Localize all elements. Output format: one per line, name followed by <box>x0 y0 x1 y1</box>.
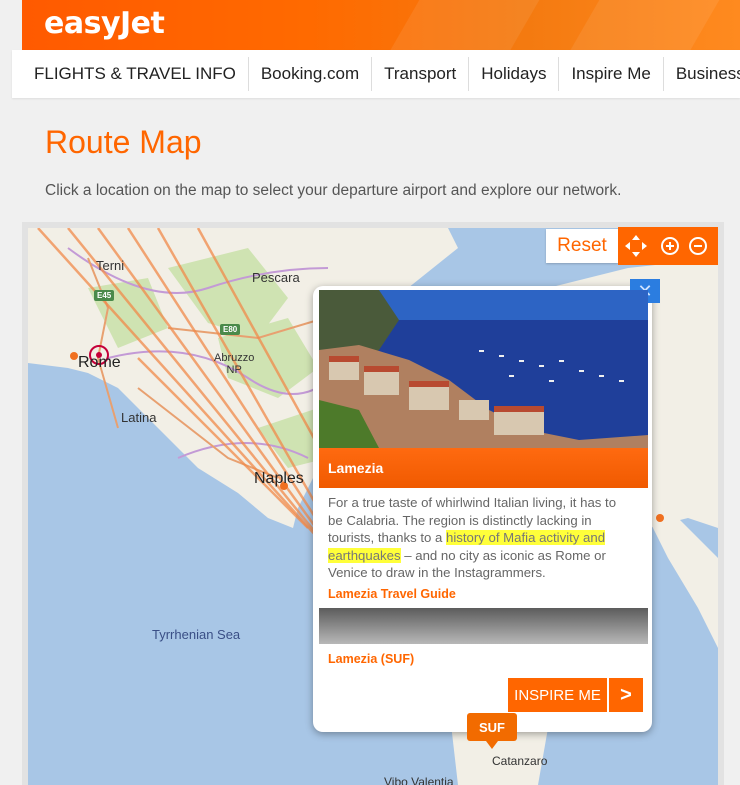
nav-item-booking[interactable]: Booking.com <box>249 57 373 91</box>
city-label-terni: Terni <box>96 258 125 273</box>
header-stripe <box>373 0 551 50</box>
popup-description: For a true taste of whirlwind Italian li… <box>328 494 633 582</box>
main-nav: FLIGHTS & TRAVEL INFO Booking.com Transp… <box>12 50 740 98</box>
city-label-rome[interactable]: Rome <box>78 354 121 372</box>
nav-item-flights[interactable]: FLIGHTS & TRAVEL INFO <box>12 57 249 91</box>
pan-icon[interactable] <box>622 232 650 260</box>
city-label-latina: Latina <box>121 410 157 425</box>
destination-photo <box>319 290 648 448</box>
easyjet-logo[interactable]: easyJet <box>44 6 165 41</box>
nav-item-transport[interactable]: Transport <box>372 57 470 91</box>
page-subtitle: Click a location on the map to select yo… <box>45 182 622 199</box>
airport-marker-suf[interactable]: SUF <box>467 713 517 749</box>
popup-gray-bar <box>319 608 648 644</box>
reset-button[interactable]: Reset <box>546 229 618 263</box>
zoom-in-icon[interactable] <box>656 232 684 260</box>
airport-link[interactable]: Lamezia (SUF) <box>328 652 414 666</box>
map-tools <box>618 227 718 265</box>
city-label-catanzaro: Catanzaro <box>492 754 548 768</box>
road-badge-e80: E80 <box>220 324 241 335</box>
site-header: easyJet <box>22 0 740 50</box>
city-label-pescara: Pescara <box>252 270 300 285</box>
map-label-sea: Tyrrhenian Sea <box>152 627 241 642</box>
zoom-out-icon[interactable] <box>684 232 712 260</box>
page-title: Route Map <box>45 124 202 160</box>
header-stripe <box>553 0 731 50</box>
city-label-naples[interactable]: Naples <box>254 470 304 488</box>
popup-title: Lamezia <box>319 448 648 488</box>
travel-guide-link[interactable]: Lamezia Travel Guide <box>328 587 456 601</box>
nav-item-business[interactable]: Business <box>664 57 740 91</box>
road-badge-e45: E45 <box>94 290 115 301</box>
map-label-abruzzo: Abruzzo NP <box>214 352 255 376</box>
nav-item-holidays[interactable]: Holidays <box>469 57 560 91</box>
inspire-me-button[interactable]: INSPIRE ME <box>508 678 607 712</box>
nav-item-inspire[interactable]: Inspire Me <box>559 57 664 91</box>
next-arrow-button[interactable]: > <box>609 678 643 712</box>
city-label-vibo: Vibo Valentia <box>384 775 454 785</box>
